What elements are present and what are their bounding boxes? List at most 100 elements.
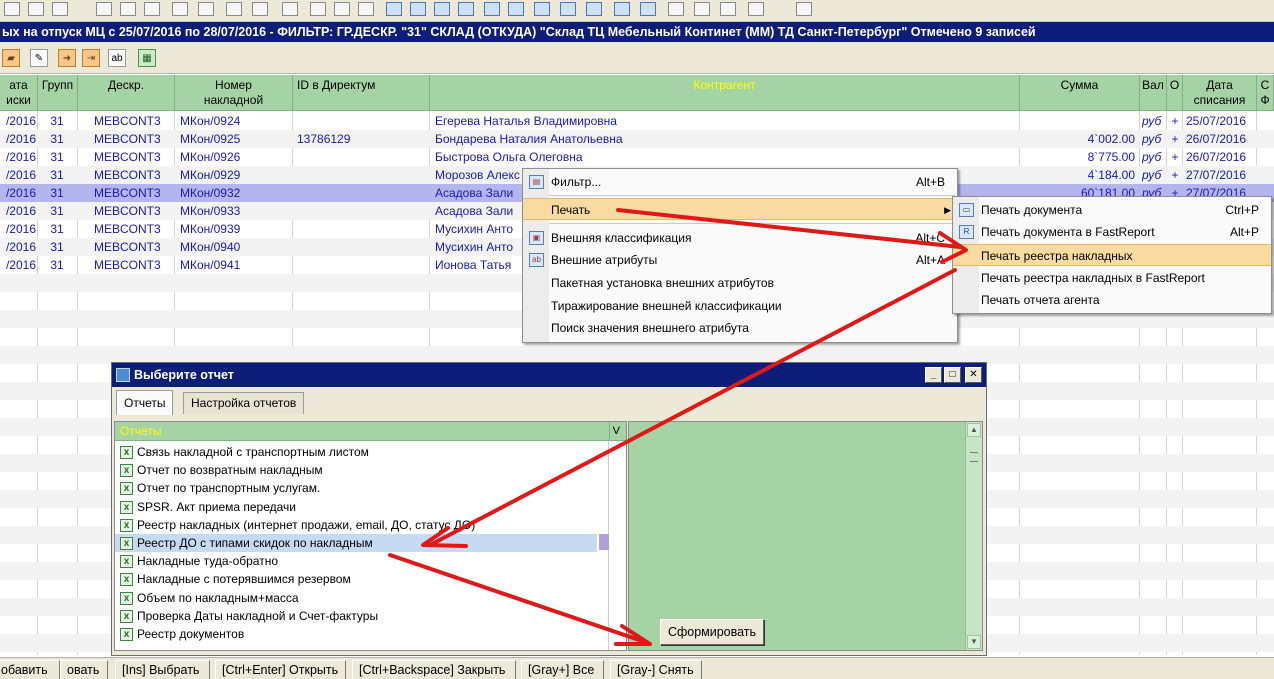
scroll-down-icon[interactable]: ▼ xyxy=(967,635,981,649)
toolbar-edit-icon[interactable]: ✎ xyxy=(30,49,48,67)
toolbar-icon-3[interactable] xyxy=(52,2,68,16)
toolbar-icon-check[interactable] xyxy=(458,2,474,16)
list-item[interactable]: x Реестр ДО с типами скидок по накладным xyxy=(115,534,597,552)
col-header-number[interactable]: Номер накладной xyxy=(175,75,293,111)
submenu-item-print-document[interactable]: ▭ Печать документа Ctrl+P xyxy=(953,199,1271,221)
col-header-contragent[interactable]: Контрагент xyxy=(430,75,1020,111)
col-header-directum[interactable]: ID в Директум xyxy=(293,75,430,111)
select-all-button[interactable]: [Gray+] Все xyxy=(521,660,604,679)
toolbar-icon-table[interactable] xyxy=(282,2,298,16)
list-item[interactable]: x Накладные с потерявшимся резервом xyxy=(115,570,597,588)
add-button[interactable]: обавить xyxy=(0,660,60,679)
edit-button[interactable]: овать xyxy=(60,660,108,679)
list-item[interactable]: x Отчет по возвратным накладным xyxy=(115,461,597,479)
table-row[interactable]: /2016 31 MEBCONT3 МКон/0925 13786129 Бондарев… xyxy=(0,130,1274,148)
list-item[interactable]: x Накладные туда-обратно xyxy=(115,552,597,570)
toolbar-icon-print[interactable] xyxy=(198,2,214,16)
menu-item-print[interactable]: Печать ▶ xyxy=(523,198,957,220)
list-item[interactable]: x SPSR. Акт приема передачи xyxy=(115,498,597,516)
attributes-icon: ab xyxy=(529,253,544,267)
toolbar-next-icon[interactable]: ➜ xyxy=(58,49,76,67)
col-header-group[interactable]: Групп xyxy=(38,75,78,111)
toolbar-icon-1[interactable] xyxy=(4,2,20,16)
toolbar-icon-move[interactable] xyxy=(534,2,550,16)
deselect-button[interactable]: [Gray-] Снять xyxy=(610,660,702,679)
submenu-item-print-registry-fastreport[interactable]: Печать реестра накладных в FastReport xyxy=(953,267,1271,289)
toolbar-icon-copy[interactable] xyxy=(120,2,136,16)
cell-directum: 13786129 xyxy=(297,132,351,146)
toolbar-icon-attr[interactable] xyxy=(144,2,160,16)
toolbar-icon-calc[interactable] xyxy=(226,2,242,16)
scroll-grip[interactable] xyxy=(970,452,978,462)
cell-number: МКон/0939 xyxy=(180,222,241,236)
toolbar-icon-filter[interactable] xyxy=(334,2,350,16)
report-label: Накладные туда-обратно xyxy=(137,554,278,569)
menu-item-search-attribute[interactable]: Поиск значения внешнего атрибута xyxy=(523,317,957,339)
cell-o: + xyxy=(1171,150,1179,164)
list-item[interactable]: x Проверка Даты накладной и Счет-фактуры xyxy=(115,607,597,625)
toolbar-icon-columns[interactable] xyxy=(640,2,656,16)
maximize-button[interactable]: □ xyxy=(944,367,961,383)
toolbar-icon-down2[interactable] xyxy=(508,2,524,16)
col-header-write-date[interactable]: Дата списания xyxy=(1183,75,1257,111)
params-scrollbar[interactable]: ▲ ▼ xyxy=(965,422,982,650)
toolbar-icon-grid[interactable] xyxy=(252,2,268,16)
toolbar-icon-edit[interactable] xyxy=(96,2,112,16)
toolbar-icon-down[interactable] xyxy=(410,2,426,16)
col-header-currency[interactable]: Вал xyxy=(1140,75,1167,111)
excel-report-icon: x xyxy=(120,555,133,569)
list-item[interactable]: x Объем по накладным+масса xyxy=(115,589,597,607)
menu-item-batch-attributes[interactable]: Пакетная установка внешних атрибутов xyxy=(523,272,957,294)
open-button[interactable]: [Ctrl+Enter] Открыть xyxy=(215,660,346,679)
list-item[interactable]: x Отчет по транспортным услугам. xyxy=(115,479,597,497)
cell-descr: MEBCONT3 xyxy=(94,168,161,182)
menu-item-replicate-classification[interactable]: Тиражирование внешней классификации xyxy=(523,295,957,317)
col-header-cf[interactable]: С Ф xyxy=(1257,75,1274,111)
col-header-descr[interactable]: Дескр. xyxy=(78,75,175,111)
toolbar-icon-2[interactable] xyxy=(28,2,44,16)
toolbar-icon-tree[interactable] xyxy=(586,2,602,16)
table-row[interactable]: /2016 31 MEBCONT3 МКон/0926 Быстрова Ольга О… xyxy=(0,148,1274,166)
tab-report-settings[interactable]: Настройка отчетов xyxy=(183,392,305,414)
toolbar-icon-refresh[interactable] xyxy=(358,2,374,16)
dialog-title-bar[interactable]: Выберите отчет xyxy=(112,363,986,387)
tab-reports[interactable]: Отчеты xyxy=(116,390,174,415)
col-header-o[interactable]: О xyxy=(1167,75,1183,111)
close-record-button[interactable]: [Ctrl+Backspace] Закрыть xyxy=(352,660,516,679)
cell-date: /2016 xyxy=(5,114,36,128)
toolbar-icon-sum[interactable] xyxy=(310,2,326,16)
col-header-date[interactable]: ата иски xyxy=(0,75,38,111)
list-item[interactable]: x Реестр документов xyxy=(115,625,597,643)
table-row[interactable]: /2016 31 MEBCONT3 МКон/0924 Егерева Наталья … xyxy=(0,112,1274,130)
col-header-sum[interactable]: Сумма xyxy=(1020,75,1140,111)
submenu-item-print-agent-report[interactable]: Печать отчета агента xyxy=(953,289,1271,311)
generate-report-button[interactable]: Сформировать xyxy=(660,619,764,645)
menu-item-external-attributes[interactable]: ab Внешние атрибуты Alt+A xyxy=(523,249,957,271)
toolbar-icon-up2[interactable] xyxy=(484,2,500,16)
toolbar-icon-x1[interactable] xyxy=(668,2,684,16)
toolbar-icon-list[interactable] xyxy=(614,2,630,16)
scroll-up-icon[interactable]: ▲ xyxy=(967,423,981,437)
submenu-item-print-registry[interactable]: Печать реестра накладных xyxy=(953,244,1271,266)
toolbar-attributes-icon[interactable]: ab xyxy=(108,49,126,67)
toolbar-icon-x2[interactable] xyxy=(694,2,710,16)
submenu-item-print-fastreport[interactable]: R Печать документа в FastReport Alt+P xyxy=(953,221,1271,243)
toolbar-icon-up[interactable] xyxy=(386,2,402,16)
toolbar-calculator-icon[interactable]: ▦ xyxy=(138,49,156,67)
menu-item-external-classification[interactable]: ▣ Внешняя классификация Alt+C xyxy=(523,227,957,249)
toolbar-icon-x3[interactable] xyxy=(720,2,736,16)
menu-item-filter[interactable]: ▤ Фильтр... Alt+B xyxy=(523,171,957,193)
toolbar-icon-sort[interactable] xyxy=(560,2,576,16)
select-button[interactable]: [Ins] Выбрать xyxy=(115,660,210,679)
cell-o: + xyxy=(1171,132,1179,146)
toolbar-import-icon[interactable]: ⇥ xyxy=(82,49,100,67)
toolbar-icon-x4[interactable] xyxy=(748,2,764,16)
close-button[interactable]: ✕ xyxy=(965,367,982,383)
minimize-button[interactable]: _ xyxy=(925,367,942,383)
list-item[interactable]: x Реестр накладных (интернет продажи, ema… xyxy=(115,516,597,534)
toolbar-icon-doc[interactable] xyxy=(172,2,188,16)
toolbar-icon-mark[interactable] xyxy=(434,2,450,16)
list-item[interactable]: x Связь накладной с транспортным листом xyxy=(115,443,597,461)
toolbar-icon-printer[interactable] xyxy=(796,2,812,16)
toolbar-folder-icon[interactable]: ▰ xyxy=(2,49,20,67)
